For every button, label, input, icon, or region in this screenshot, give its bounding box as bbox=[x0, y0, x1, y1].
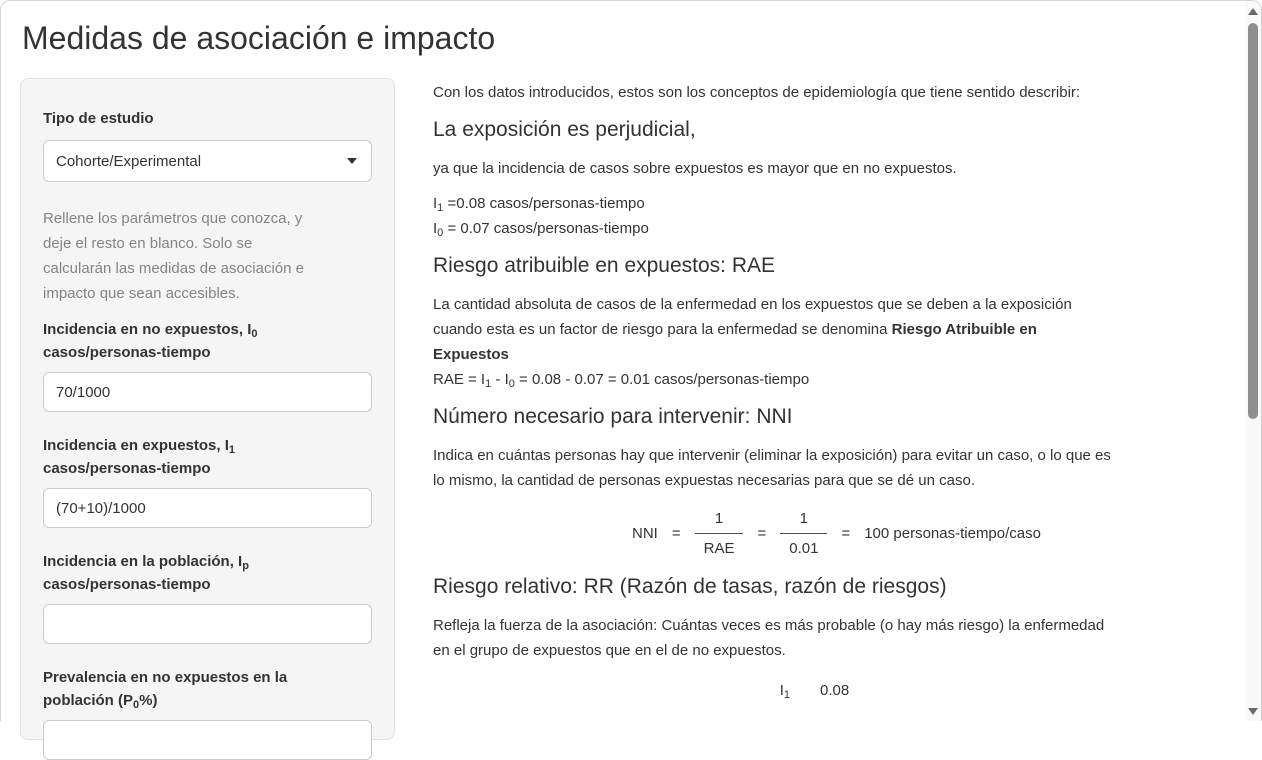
main-content: Con los datos introducidos, estos son lo… bbox=[433, 80, 1240, 703]
caret-down-icon bbox=[347, 158, 357, 164]
rr-formula-partial: I1 0.08 bbox=[411, 678, 1218, 703]
scrollbar-thumb[interactable] bbox=[1248, 23, 1258, 419]
incidence-population-input[interactable] bbox=[43, 604, 372, 644]
nni-formula-lhs: NNI bbox=[632, 521, 658, 546]
rae-heading: Riesgo atribuible en expuestos: RAE bbox=[433, 251, 1240, 280]
form-group-incidence-exposed: Incidencia en expuestos, I1casos/persona… bbox=[43, 434, 372, 528]
incidence-unexposed-label: Incidencia en no expuestos, I0casos/pers… bbox=[43, 318, 372, 364]
nni-formula-equals-2: = bbox=[757, 521, 766, 546]
nni-formula-result: 100 personas-tiempo/caso bbox=[864, 521, 1041, 546]
incidence-values: I1 =0.08 casos/personas-tiempoI0 = 0.07 … bbox=[433, 191, 1240, 241]
sidebar-help-text: Rellene los parámetros que conozca, ydej… bbox=[43, 206, 372, 306]
fraction-denominator: 0.01 bbox=[780, 533, 827, 558]
nni-formula-equals-3: = bbox=[841, 521, 850, 546]
harmful-exposure-heading: La exposición es perjudicial, bbox=[433, 115, 1240, 144]
fraction-denominator: RAE bbox=[695, 533, 744, 558]
rr-formula-numerator-left: I1 bbox=[780, 678, 790, 703]
vertical-scrollbar[interactable] bbox=[1245, 1, 1261, 721]
form-group-incidence-unexposed: Incidencia en no expuestos, I0casos/pers… bbox=[43, 318, 372, 412]
nni-formula-equals-1: = bbox=[672, 521, 681, 546]
form-group-incidence-population: Incidencia en la población, Ipcasos/pers… bbox=[43, 550, 372, 644]
study-type-select[interactable]: Cohorte/Experimental bbox=[43, 140, 372, 182]
intro-text: Con los datos introducidos, estos son lo… bbox=[433, 80, 1240, 105]
fraction-one-over-001: 1 0.01 bbox=[780, 509, 827, 558]
sidebar-panel: Tipo de estudio Cohorte/Experimental Rel… bbox=[20, 78, 395, 740]
prevalence-unexposed-label: Prevalencia en no expuestos en lapoblaci… bbox=[43, 666, 372, 712]
rr-body: Refleja la fuerza de la asociación: Cuán… bbox=[433, 613, 1240, 663]
page-title: Medidas de asociación e impacto bbox=[22, 20, 495, 57]
incidence-population-label: Incidencia en la población, Ipcasos/pers… bbox=[43, 550, 372, 596]
prevalence-unexposed-input[interactable] bbox=[43, 720, 372, 760]
scroll-up-icon[interactable] bbox=[1248, 8, 1258, 15]
incidence-exposed-label: Incidencia en expuestos, I1casos/persona… bbox=[43, 434, 372, 480]
rr-heading: Riesgo relativo: RR (Razón de tasas, raz… bbox=[433, 572, 1240, 601]
nni-formula: NNI = 1 RAE = 1 0.01 = 100 personas-tiem… bbox=[433, 509, 1240, 558]
scroll-down-icon[interactable] bbox=[1248, 708, 1258, 715]
incidence-exposed-input[interactable] bbox=[43, 488, 372, 528]
nni-body: Indica en cuántas personas hay que inter… bbox=[433, 443, 1240, 493]
nni-heading: Número necesario para intervenir: NNI bbox=[433, 402, 1240, 431]
incidence-unexposed-input[interactable] bbox=[43, 372, 372, 412]
study-type-label: Tipo de estudio bbox=[43, 107, 372, 130]
form-group-prevalence-unexposed: Prevalencia en no expuestos en lapoblaci… bbox=[43, 666, 372, 760]
fraction-one-over-rae: 1 RAE bbox=[695, 509, 744, 558]
fraction-numerator: 1 bbox=[695, 509, 744, 533]
rae-body: La cantidad absoluta de casos de la enfe… bbox=[433, 292, 1240, 392]
harmful-exposure-subtext: ya que la incidencia de casos sobre expu… bbox=[433, 156, 1240, 181]
rr-formula-numerator-right: 0.08 bbox=[820, 678, 849, 703]
fraction-numerator: 1 bbox=[780, 509, 827, 533]
study-type-selected-value: Cohorte/Experimental bbox=[56, 153, 201, 170]
